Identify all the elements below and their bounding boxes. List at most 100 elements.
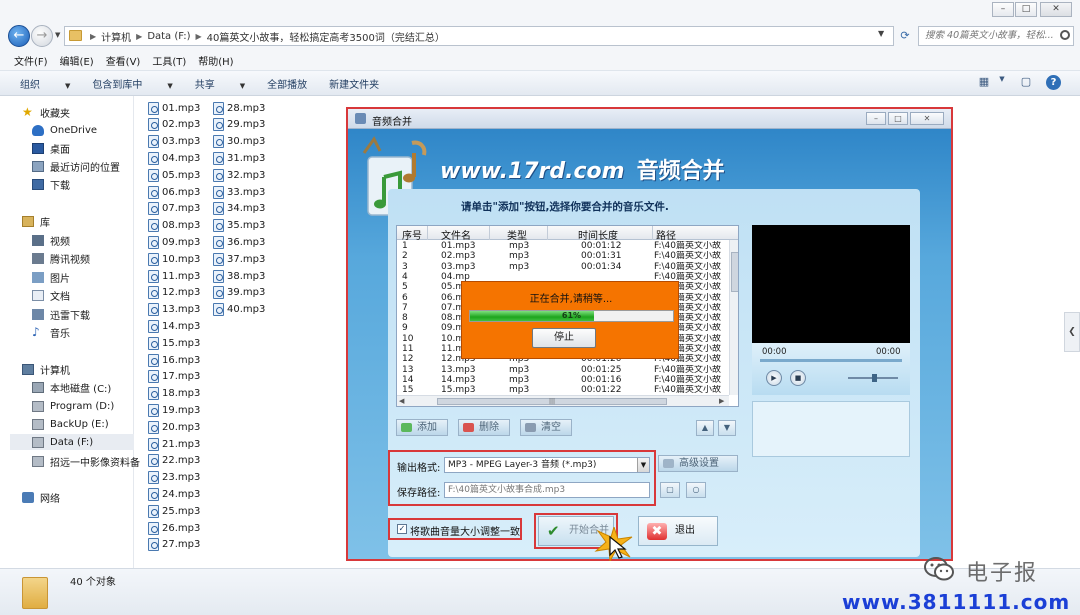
- sidebar-item-music[interactable]: ♪ 音乐: [32, 324, 70, 340]
- sidebar-item-onedrive[interactable]: OneDrive: [32, 122, 97, 138]
- maximize-button[interactable]: □: [1015, 2, 1037, 17]
- sidebar-item-thunder-downloads[interactable]: 迅雷下载: [32, 306, 90, 322]
- sidebar-item-drive-e[interactable]: BackUp (E:): [32, 416, 109, 432]
- breadcrumb-computer[interactable]: 计算机: [101, 29, 131, 44]
- file-item[interactable]: 21.mp3: [148, 436, 200, 452]
- file-item[interactable]: 09.mp3: [148, 234, 200, 250]
- file-item[interactable]: 11.mp3: [148, 268, 200, 284]
- refresh-icon[interactable]: ⟳: [896, 27, 914, 45]
- scroll-left-icon[interactable]: ◀: [399, 396, 404, 406]
- normalize-volume-checkbox[interactable]: ✓: [397, 524, 407, 534]
- stop-button[interactable]: 停止: [532, 328, 596, 348]
- stop-icon[interactable]: ■: [790, 370, 806, 386]
- menu-tools[interactable]: 工具(T): [152, 53, 186, 68]
- file-item[interactable]: 18.mp3: [148, 386, 200, 402]
- play-all-button[interactable]: 全部播放: [267, 76, 307, 91]
- sidebar-item-videos[interactable]: 视频: [32, 232, 70, 248]
- clear-button[interactable]: 清空: [520, 419, 572, 436]
- file-item[interactable]: 25.mp3: [148, 503, 200, 519]
- breadcrumb-drive[interactable]: Data (F:): [147, 31, 190, 42]
- dialog-minimize-button[interactable]: –: [866, 112, 886, 125]
- search-icon[interactable]: [1060, 30, 1070, 40]
- file-item[interactable]: 14.mp3: [148, 318, 200, 334]
- file-item[interactable]: 24.mp3: [148, 486, 200, 502]
- file-item[interactable]: 06.mp3: [148, 184, 200, 200]
- advanced-settings-button[interactable]: 高级设置: [658, 455, 738, 472]
- seek-slider[interactable]: [760, 359, 902, 362]
- file-item[interactable]: 17.mp3: [148, 369, 200, 385]
- menu-view[interactable]: 查看(V): [106, 53, 141, 68]
- file-item[interactable]: 33.mp3: [213, 184, 265, 200]
- close-button[interactable]: ✕: [1040, 2, 1072, 17]
- browse-folder-icon[interactable]: ▢: [660, 482, 680, 498]
- menu-edit[interactable]: 编辑(E): [60, 53, 94, 68]
- sidebar-libraries[interactable]: 库: [22, 213, 50, 229]
- file-item[interactable]: 28.mp3: [213, 100, 265, 116]
- file-item[interactable]: 02.mp3: [148, 117, 200, 133]
- file-item[interactable]: 12.mp3: [148, 285, 200, 301]
- add-button[interactable]: 添加: [396, 419, 448, 436]
- volume-thumb[interactable]: [872, 374, 877, 382]
- address-bar[interactable]: ▶ 计算机 ▶ Data (F:) ▶ 40篇英文小故事，轻松搞定高考3500词…: [64, 26, 894, 46]
- file-item[interactable]: 23.mp3: [148, 470, 200, 486]
- back-button[interactable]: ←: [8, 25, 30, 47]
- file-item[interactable]: 32.mp3: [213, 167, 265, 183]
- file-item[interactable]: 35.mp3: [213, 218, 265, 234]
- file-item[interactable]: 39.mp3: [213, 285, 265, 301]
- file-item[interactable]: 40.mp3: [213, 302, 265, 318]
- file-item[interactable]: 38.mp3: [213, 268, 265, 284]
- file-item[interactable]: 08.mp3: [148, 218, 200, 234]
- horizontal-scrollbar[interactable]: ◀ ||| ▶: [397, 395, 729, 406]
- move-up-icon[interactable]: ▲: [696, 420, 714, 436]
- menu-file[interactable]: 文件(F): [14, 53, 48, 68]
- exit-button[interactable]: ✖ 退出: [638, 516, 718, 546]
- file-item[interactable]: 36.mp3: [213, 234, 265, 250]
- sidebar-item-documents[interactable]: 文档: [32, 287, 70, 303]
- column-header-path[interactable]: 路径: [656, 227, 676, 242]
- chevron-left-icon[interactable]: ❮: [1064, 312, 1080, 352]
- play-icon[interactable]: ▶: [766, 370, 782, 386]
- sidebar-network[interactable]: 网络: [22, 489, 60, 505]
- address-dropdown-icon[interactable]: ▼: [878, 29, 884, 38]
- file-item[interactable]: 15.mp3: [148, 335, 200, 351]
- view-options-icon[interactable]: ▦: [976, 75, 992, 89]
- sidebar-item-drive-d[interactable]: Program (D:): [32, 398, 114, 414]
- file-item[interactable]: 16.mp3: [148, 352, 200, 368]
- file-item[interactable]: 07.mp3: [148, 201, 200, 217]
- chevron-down-icon[interactable]: ▼: [994, 75, 1010, 89]
- scrollbar-thumb[interactable]: [731, 252, 738, 292]
- search-input[interactable]: 搜索 40篇英文小故事，轻松...: [918, 26, 1074, 46]
- share-button[interactable]: 共享 ▼: [195, 76, 245, 91]
- file-item[interactable]: 30.mp3: [213, 134, 265, 150]
- scrollbar-thumb[interactable]: |||: [437, 398, 667, 405]
- sidebar-item-drive-c[interactable]: 本地磁盘 (C:): [32, 379, 111, 395]
- new-folder-button[interactable]: 新建文件夹: [329, 76, 379, 91]
- menu-help[interactable]: 帮助(H): [198, 53, 233, 68]
- save-path-field[interactable]: F:\40篇英文小故事合成.mp3: [444, 482, 650, 498]
- sidebar-item-network-drive[interactable]: 招远一中影像资料备: [32, 453, 140, 469]
- file-item[interactable]: 19.mp3: [148, 402, 200, 418]
- sidebar-item-recent[interactable]: 最近访问的位置: [32, 158, 120, 174]
- file-item[interactable]: 20.mp3: [148, 419, 200, 435]
- file-item[interactable]: 03.mp3: [148, 134, 200, 150]
- sidebar-favorites[interactable]: ★ 收藏夹: [22, 104, 70, 120]
- file-item[interactable]: 29.mp3: [213, 117, 265, 133]
- file-item[interactable]: 31.mp3: [213, 150, 265, 166]
- sidebar-item-pictures[interactable]: 图片: [32, 269, 70, 285]
- column-header-index[interactable]: 序号: [402, 227, 422, 242]
- open-folder-icon[interactable]: ○: [686, 482, 706, 498]
- recent-pages-chevron-icon[interactable]: ▼: [55, 31, 60, 39]
- file-item[interactable]: 27.mp3: [148, 537, 200, 553]
- column-header-filename[interactable]: 文件名: [441, 227, 471, 242]
- chevron-down-icon[interactable]: ▼: [637, 458, 649, 472]
- preview-pane-icon[interactable]: ▢: [1018, 75, 1034, 89]
- sidebar-item-drive-f[interactable]: Data (F:): [10, 434, 134, 450]
- sidebar-computer[interactable]: 计算机: [22, 361, 70, 377]
- sidebar-item-downloads[interactable]: 下载: [32, 176, 70, 192]
- column-header-type[interactable]: 类型: [507, 227, 527, 242]
- move-down-icon[interactable]: ▼: [718, 420, 736, 436]
- minimize-button[interactable]: –: [992, 2, 1014, 17]
- file-item[interactable]: 34.mp3: [213, 201, 265, 217]
- file-item[interactable]: 37.mp3: [213, 251, 265, 267]
- file-item[interactable]: 26.mp3: [148, 520, 200, 536]
